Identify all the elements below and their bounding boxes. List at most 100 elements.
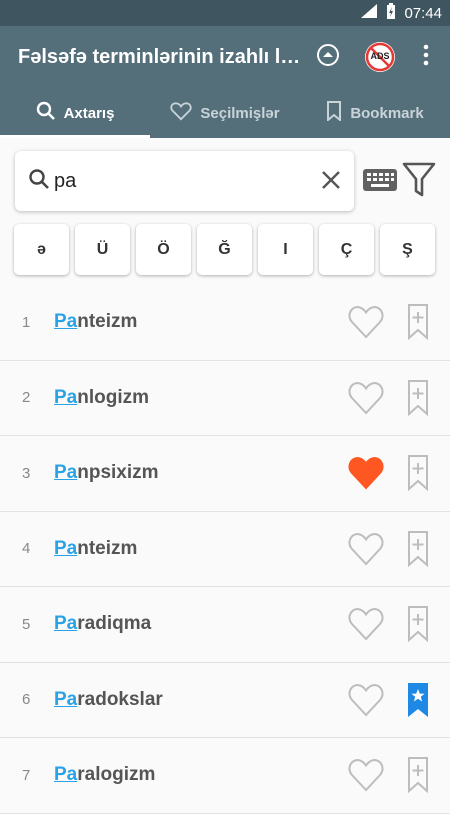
bookmark-button[interactable] [407, 757, 429, 798]
bookmark-add-icon [407, 530, 429, 571]
term-match: Pa [54, 764, 78, 786]
keyboard-icon [362, 169, 398, 198]
no-ads-icon: ADS [364, 41, 396, 73]
term-rest: npsixizm [77, 462, 159, 484]
heart-outline-icon [348, 607, 384, 645]
letter-key[interactable]: Ş [380, 224, 435, 275]
term-rest: nteizm [77, 537, 138, 559]
item-number: 3 [22, 464, 31, 482]
list-item[interactable]: 5 Paradiqma [0, 587, 450, 663]
search-input[interactable] [54, 169, 304, 193]
tab-bar: Axtarış Seçilmişlər Bookmark [0, 88, 450, 138]
favorite-button[interactable] [348, 683, 384, 722]
heart-filled-icon [348, 456, 384, 494]
term-rest: nlogizm [77, 386, 150, 408]
letter-key[interactable]: Ü [75, 224, 130, 275]
item-number: 4 [22, 540, 31, 558]
tab-search-label: Axtarış [63, 104, 115, 122]
search-box [15, 151, 354, 211]
collapse-button[interactable] [312, 26, 344, 88]
search-icon [28, 168, 50, 195]
term-match: Pa [54, 537, 78, 559]
item-number: 5 [22, 615, 31, 633]
term-title[interactable]: Panteizm [54, 538, 137, 560]
tab-search[interactable]: Axtarış [0, 88, 150, 138]
bookmark-outline-icon [326, 101, 342, 125]
letter-key[interactable]: I [258, 224, 313, 275]
term-rest: radiqma [77, 613, 152, 635]
bookmark-button[interactable] [407, 455, 429, 496]
remove-ads-button[interactable]: ADS [362, 26, 398, 88]
bookmark-button[interactable] [407, 379, 429, 421]
bookmark-add-icon [407, 455, 429, 495]
term-title[interactable]: Paradiqma [54, 613, 151, 635]
term-rest: ralogizm [77, 764, 156, 786]
clear-search-button[interactable] [320, 169, 342, 196]
item-number: 7 [22, 766, 31, 784]
tab-favorites-label: Seçilmişlər [200, 104, 280, 122]
favorite-button[interactable] [348, 758, 384, 797]
wifi-icon [360, 3, 378, 23]
heart-outline-icon [348, 381, 384, 419]
list-item[interactable]: 2 Panlogizm [0, 361, 450, 436]
ads-label: ADS [370, 51, 390, 61]
results-list: 1 Panteizm 2 Panlogizm 3 Panpsixizm 4 Pa… [0, 285, 450, 814]
item-number: 1 [22, 313, 31, 331]
list-item[interactable]: 7 Paralogizm [0, 738, 450, 814]
term-match: Pa [54, 386, 78, 408]
special-letters-bar: ə Ü Ö Ğ I Ç Ş [14, 224, 435, 275]
letter-key[interactable]: Ğ [197, 224, 252, 275]
item-number: 6 [22, 691, 31, 709]
favorite-button[interactable] [348, 305, 384, 344]
more-vert-icon [423, 44, 429, 71]
bookmark-button[interactable] [407, 530, 429, 572]
term-title[interactable]: Paradokslar [54, 689, 163, 711]
heart-outline-icon [348, 683, 384, 721]
bookmark-add-icon [407, 757, 429, 797]
bookmark-button[interactable] [407, 606, 429, 647]
term-match: Pa [54, 688, 78, 710]
heart-outline-icon [170, 101, 193, 125]
filter-button[interactable] [402, 161, 436, 204]
bookmark-add-icon [407, 379, 429, 420]
tab-bookmark-label: Bookmark [350, 104, 424, 122]
status-time: 07:44 [404, 4, 442, 22]
term-match: Pa [54, 311, 78, 333]
term-match: Pa [54, 613, 78, 635]
term-title[interactable]: Panteizm [54, 311, 137, 333]
search-icon [36, 101, 56, 125]
status-bar: 07:44 [0, 0, 450, 26]
favorite-button[interactable] [348, 456, 384, 495]
letter-key[interactable]: Ç [319, 224, 374, 275]
term-rest: nteizm [77, 311, 138, 333]
list-item[interactable]: 3 Panpsixizm [0, 436, 450, 512]
favorite-button[interactable] [348, 607, 384, 646]
heart-outline-icon [348, 532, 384, 570]
term-title[interactable]: Panpsixizm [54, 462, 159, 484]
filter-icon [402, 162, 436, 203]
chevron-up-circle-icon [316, 43, 340, 72]
term-title[interactable]: Panlogizm [54, 387, 149, 409]
letter-key[interactable]: ə [14, 224, 69, 275]
tab-favorites[interactable]: Seçilmişlər [150, 88, 300, 138]
favorite-button[interactable] [348, 381, 384, 420]
item-number: 2 [22, 389, 31, 407]
term-rest: radokslar [77, 688, 163, 710]
term-title[interactable]: Paralogizm [54, 764, 155, 786]
list-item[interactable]: 1 Panteizm [0, 285, 450, 361]
app-title: Fəlsəfə terminlərinin izahlı lüğəti [18, 45, 301, 68]
term-match: Pa [54, 462, 78, 484]
tab-bookmark[interactable]: Bookmark [300, 88, 450, 138]
battery-icon [386, 2, 396, 24]
bookmark-button[interactable] [407, 682, 429, 723]
heart-outline-icon [348, 305, 384, 343]
app-bar: Fəlsəfə terminlərinin izahlı lüğəti ADS [0, 26, 450, 88]
list-item[interactable]: 4 Panteizm [0, 512, 450, 587]
bookmark-filled-icon [407, 682, 429, 722]
letter-key[interactable]: Ö [136, 224, 191, 275]
list-item[interactable]: 6 Paradokslar [0, 663, 450, 738]
bookmark-button[interactable] [407, 304, 429, 345]
overflow-menu-button[interactable] [414, 26, 438, 88]
favorite-button[interactable] [348, 532, 384, 571]
keyboard-button[interactable] [362, 166, 398, 199]
